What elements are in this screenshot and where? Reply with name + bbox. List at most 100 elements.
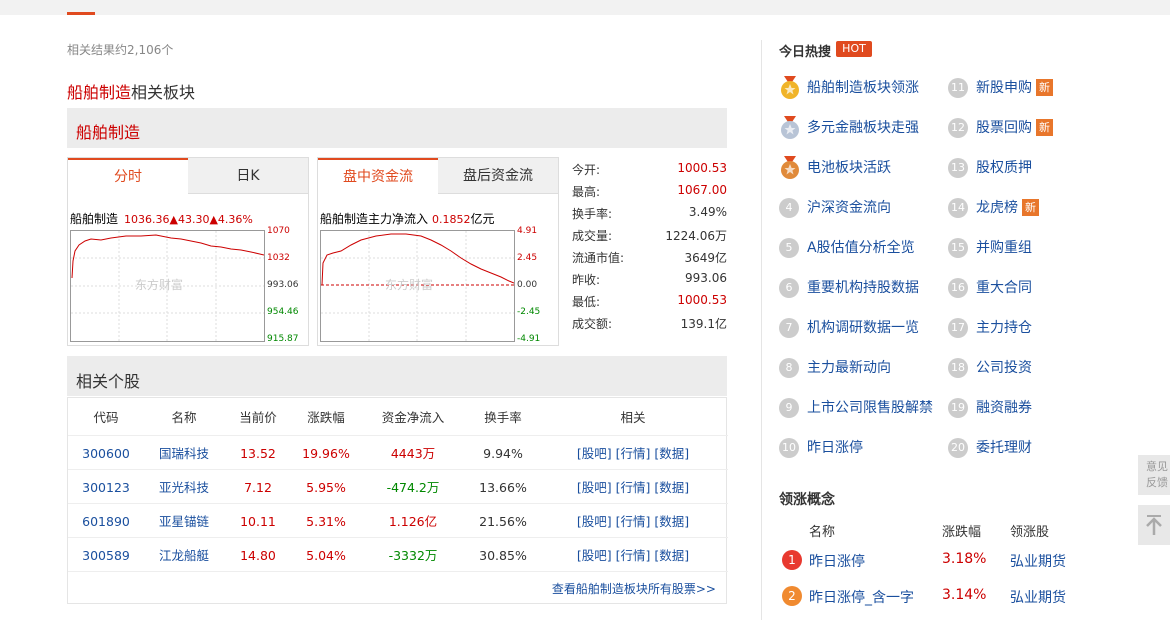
guba-link[interactable]: [股吧] [577, 446, 612, 461]
tab-intraday-flow[interactable]: 盘中资金流 [318, 158, 438, 194]
hot-search-text[interactable]: 主力持仓 [976, 318, 1032, 338]
stocks-title: 相关个股 [76, 372, 141, 391]
stat-row: 今开: 1000.53 [572, 161, 727, 183]
rank-number: 5 [779, 238, 799, 258]
hot-search-text[interactable]: 沪深资金流向 [807, 198, 891, 218]
hot-search-text[interactable]: 多元金融板块走强 [807, 118, 919, 138]
data-link[interactable]: [数据] [654, 548, 689, 563]
hot-search-text[interactable]: 股权质押 [976, 158, 1032, 178]
section-name[interactable]: 船舶制造 [67, 83, 131, 102]
concept-name[interactable]: 昨日涨停_含一字 [809, 587, 914, 609]
flow-axis-5: -4.91 [517, 334, 541, 344]
stat-row: 换手率: 3.49% [572, 205, 727, 227]
price-axis-2: 1032 [267, 253, 290, 263]
hot-search-text[interactable]: 机构调研数据一览 [807, 318, 919, 338]
flow-axis-1: 4.91 [517, 226, 538, 236]
tab-fenshi[interactable]: 分时 [68, 158, 188, 194]
price-axis-watermark: 东方财富 [135, 278, 184, 292]
column-divider [761, 40, 762, 620]
flow-chart-area[interactable]: 东方财富 [320, 230, 515, 342]
stat-row: 昨收: 993.06 [572, 271, 727, 293]
rank-number: 4 [779, 198, 799, 218]
col-net-flow: 资金净流入 [381, 410, 445, 425]
stock-code[interactable]: 300589 [72, 539, 140, 573]
stock-change: 19.96% [302, 446, 350, 461]
hot-search-text[interactable]: A股估值分析全览 [807, 238, 915, 258]
back-to-top-button[interactable] [1138, 505, 1170, 545]
feedback-button[interactable]: 意见反馈 [1138, 455, 1170, 495]
hot-search-text[interactable]: 委托理财 [976, 438, 1032, 458]
rank-number: 20 [948, 438, 968, 458]
hot-search-text[interactable]: 龙虎榜 [976, 198, 1018, 218]
rank-number: 7 [779, 318, 799, 338]
hot-search-text[interactable]: 重大合同 [976, 278, 1032, 298]
hot-badge: HOT [836, 41, 872, 57]
price-axis-1: 1070 [267, 226, 290, 236]
stat-value: 1067.00 [677, 183, 727, 197]
row-divider [68, 503, 728, 504]
concept-name[interactable]: 昨日涨停 [809, 551, 865, 573]
hot-search-text[interactable]: 融资融券 [976, 398, 1032, 418]
data-link[interactable]: [数据] [654, 514, 689, 529]
section-title: 船舶制造相关板块 [67, 79, 195, 103]
guba-link[interactable]: [股吧] [577, 480, 612, 495]
stat-value: 1000.53 [677, 161, 727, 175]
rank-number: 1 [782, 550, 802, 570]
flow-chart-unit: 亿元 [470, 212, 495, 226]
stock-price: 13.52 [240, 446, 276, 461]
col-related: 相关 [620, 410, 646, 425]
stat-label: 换手率: [572, 207, 613, 221]
hot-search-text[interactable]: 新股申购 [976, 78, 1032, 98]
stat-label: 最低: [572, 295, 601, 309]
concept-leading-stock[interactable]: 弘业期货 [1010, 551, 1066, 573]
hot-search-text[interactable]: 上市公司限售股解禁 [807, 398, 933, 418]
view-all-stocks-link[interactable]: 查看船舶制造板块所有股票>> [552, 580, 716, 597]
rank-number: 6 [779, 278, 799, 298]
stock-change: 5.95% [306, 480, 346, 495]
stock-links: [股吧] [行情] [数据] [548, 539, 718, 573]
price-chart-box: 分时 日K 船舶制造 1036.36▲43.30▲4.36% 东方财富 1070 … [67, 157, 309, 346]
rank-number: 14 [948, 198, 968, 218]
stock-name[interactable]: 亚光科技 [148, 471, 220, 505]
hot-search-text[interactable]: 公司投资 [976, 358, 1032, 378]
stock-code[interactable]: 601890 [72, 505, 140, 539]
sector-panel-header: 船舶制造 [67, 108, 727, 148]
stock-links: [股吧] [行情] [数据] [548, 471, 718, 505]
quote-link[interactable]: [行情] [616, 514, 651, 529]
quote-link[interactable]: [行情] [616, 480, 651, 495]
stock-turnover: 21.56% [479, 514, 527, 529]
hot-search-text[interactable]: 主力最新动向 [807, 358, 891, 378]
stat-row: 流通市值: 3649亿 [572, 249, 727, 271]
guba-link[interactable]: [股吧] [577, 548, 612, 563]
hot-search-text[interactable]: 重要机构持股数据 [807, 278, 919, 298]
guba-link[interactable]: [股吧] [577, 514, 612, 529]
stock-name[interactable]: 亚星锚链 [148, 505, 220, 539]
top-nav-bar [0, 0, 1170, 15]
stock-code[interactable]: 300123 [72, 471, 140, 505]
tab-daily-k[interactable]: 日K [188, 158, 308, 194]
stock-price: 10.11 [240, 514, 276, 529]
flow-axis-3: 0.00 [517, 280, 538, 290]
stock-name[interactable]: 国瑞科技 [148, 437, 220, 471]
concept-leading-stock[interactable]: 弘业期货 [1010, 587, 1066, 609]
sector-panel-title[interactable]: 船舶制造 [76, 119, 140, 143]
hot-search-text[interactable]: 股票回购 [976, 118, 1032, 138]
leading-col-change: 涨跌幅 [942, 525, 982, 540]
new-badge: 新 [1022, 199, 1039, 216]
data-link[interactable]: [数据] [654, 480, 689, 495]
price-axis-3: 993.06 [267, 280, 299, 290]
quote-link[interactable]: [行情] [616, 548, 651, 563]
stock-name[interactable]: 江龙船艇 [148, 539, 220, 573]
hot-search-text[interactable]: 船舶制造板块领涨 [807, 78, 919, 98]
stock-code[interactable]: 300600 [72, 437, 140, 471]
flow-chart-name: 船舶制造主力净流入 [320, 212, 429, 226]
hot-search-text[interactable]: 电池板块活跃 [807, 158, 891, 178]
quote-link[interactable]: [行情] [616, 446, 651, 461]
stat-value: 1224.06万 [665, 229, 727, 243]
data-link[interactable]: [数据] [654, 446, 689, 461]
price-chart-area[interactable]: 东方财富 [70, 230, 265, 342]
hot-search-text[interactable]: 并购重组 [976, 238, 1032, 258]
tab-after-hours-flow[interactable]: 盘后资金流 [438, 158, 558, 194]
stock-price: 7.12 [244, 480, 272, 495]
hot-search-text[interactable]: 昨日涨停 [807, 438, 863, 458]
